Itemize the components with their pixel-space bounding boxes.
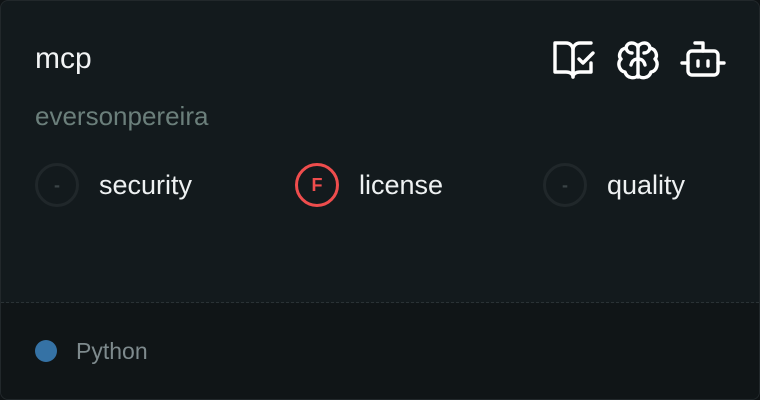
- license-grade: F: [295, 163, 339, 207]
- server-card[interactable]: mcp eversonpereira - security F license …: [0, 0, 760, 400]
- score-quality[interactable]: - quality: [543, 163, 743, 213]
- bot-icon: [680, 41, 726, 77]
- quality-grade: -: [543, 163, 587, 207]
- book-check-icon: [553, 41, 595, 79]
- card-footer: Python: [1, 303, 759, 399]
- security-label: security: [99, 170, 193, 200]
- score-license[interactable]: F license: [295, 163, 495, 213]
- score-row: - security F license - quality: [1, 163, 759, 213]
- language-name: Python: [76, 338, 148, 364]
- brain-icon: [617, 41, 659, 80]
- card-owner[interactable]: eversonpereira: [35, 98, 208, 134]
- language-color-dot: [35, 340, 57, 362]
- card-title[interactable]: mcp: [35, 39, 92, 79]
- quality-label: quality: [607, 170, 686, 200]
- security-grade: -: [35, 163, 79, 207]
- score-security[interactable]: - security: [35, 163, 235, 213]
- license-label: license: [359, 170, 444, 200]
- feature-icons: [549, 37, 729, 83]
